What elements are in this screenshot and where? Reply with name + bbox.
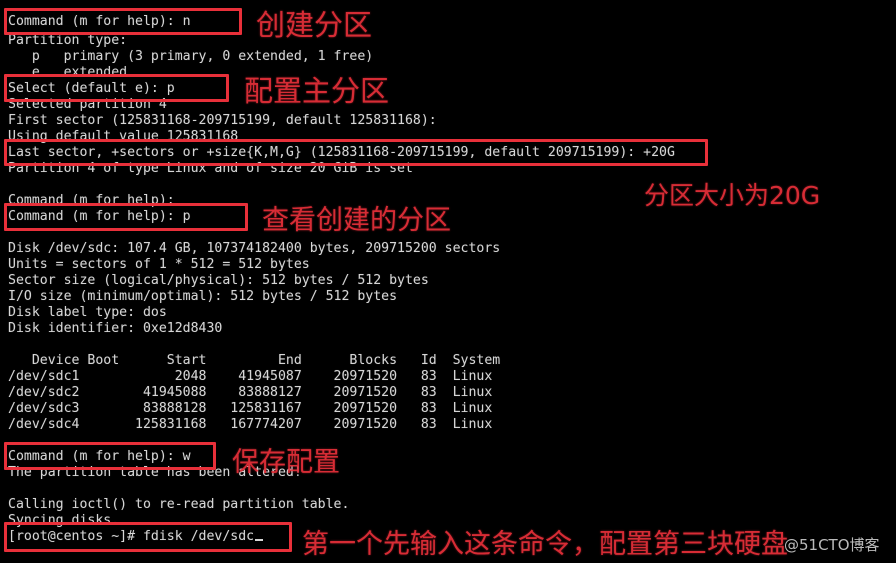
terminal-line: p primary (3 primary, 0 extended, 1 free… (8, 49, 374, 64)
partition-table-row: /dev/sdc2 41945088 83888127 20971520 83 … (8, 385, 493, 400)
terminal-line: I/O size (minimum/optimal): 512 bytes / … (8, 289, 398, 304)
terminal-line: Sector size (logical/physical): 512 byte… (8, 273, 429, 288)
highlight-box-write-command (4, 442, 216, 470)
highlight-box-create-partition-command (4, 8, 242, 35)
partition-table-header: Device Boot Start End Blocks Id System (8, 353, 501, 368)
annotation-configure-primary: 配置主分区 (244, 74, 390, 108)
terminal-line: Disk label type: dos (8, 305, 167, 320)
terminal-line: Disk /dev/sdc: 107.4 GB, 107374182400 by… (8, 241, 501, 256)
annotation-create-partition: 创建分区 (256, 8, 373, 42)
partition-table-row: /dev/sdc3 83888128 125831167 20971520 83… (8, 401, 493, 416)
partition-table-row: /dev/sdc4 125831168 167774207 20971520 8… (8, 417, 493, 432)
terminal-screenshot: Command (m for help): n Partition type: … (0, 0, 896, 563)
annotation-partition-size: 分区大小为20G (644, 181, 821, 210)
terminal-line: Partition type: (8, 33, 128, 48)
highlight-box-last-sector-command (4, 139, 708, 166)
partition-table-row: /dev/sdc1 2048 41945087 20971520 83 Linu… (8, 369, 493, 384)
annotation-save-config: 保存配置 (232, 447, 340, 478)
highlight-box-select-primary-command (4, 74, 229, 102)
highlight-box-fdisk-command (4, 522, 292, 552)
highlight-box-print-partition-command (4, 203, 248, 231)
watermark-label: @51CTO博客 (784, 536, 880, 554)
terminal-line: First sector (125831168-209715199, defau… (8, 113, 437, 128)
annotation-first-command-hint: 第一个先输入这条命令，配置第三块硬盘 (302, 529, 788, 560)
terminal-line: Disk identifier: 0xe12d8430 (8, 321, 223, 336)
terminal-line: Units = sectors of 1 * 512 = 512 bytes (8, 257, 310, 272)
terminal-line: Calling ioctl() to re-read partition tab… (8, 497, 350, 512)
annotation-view-partitions: 查看创建的分区 (262, 205, 451, 236)
